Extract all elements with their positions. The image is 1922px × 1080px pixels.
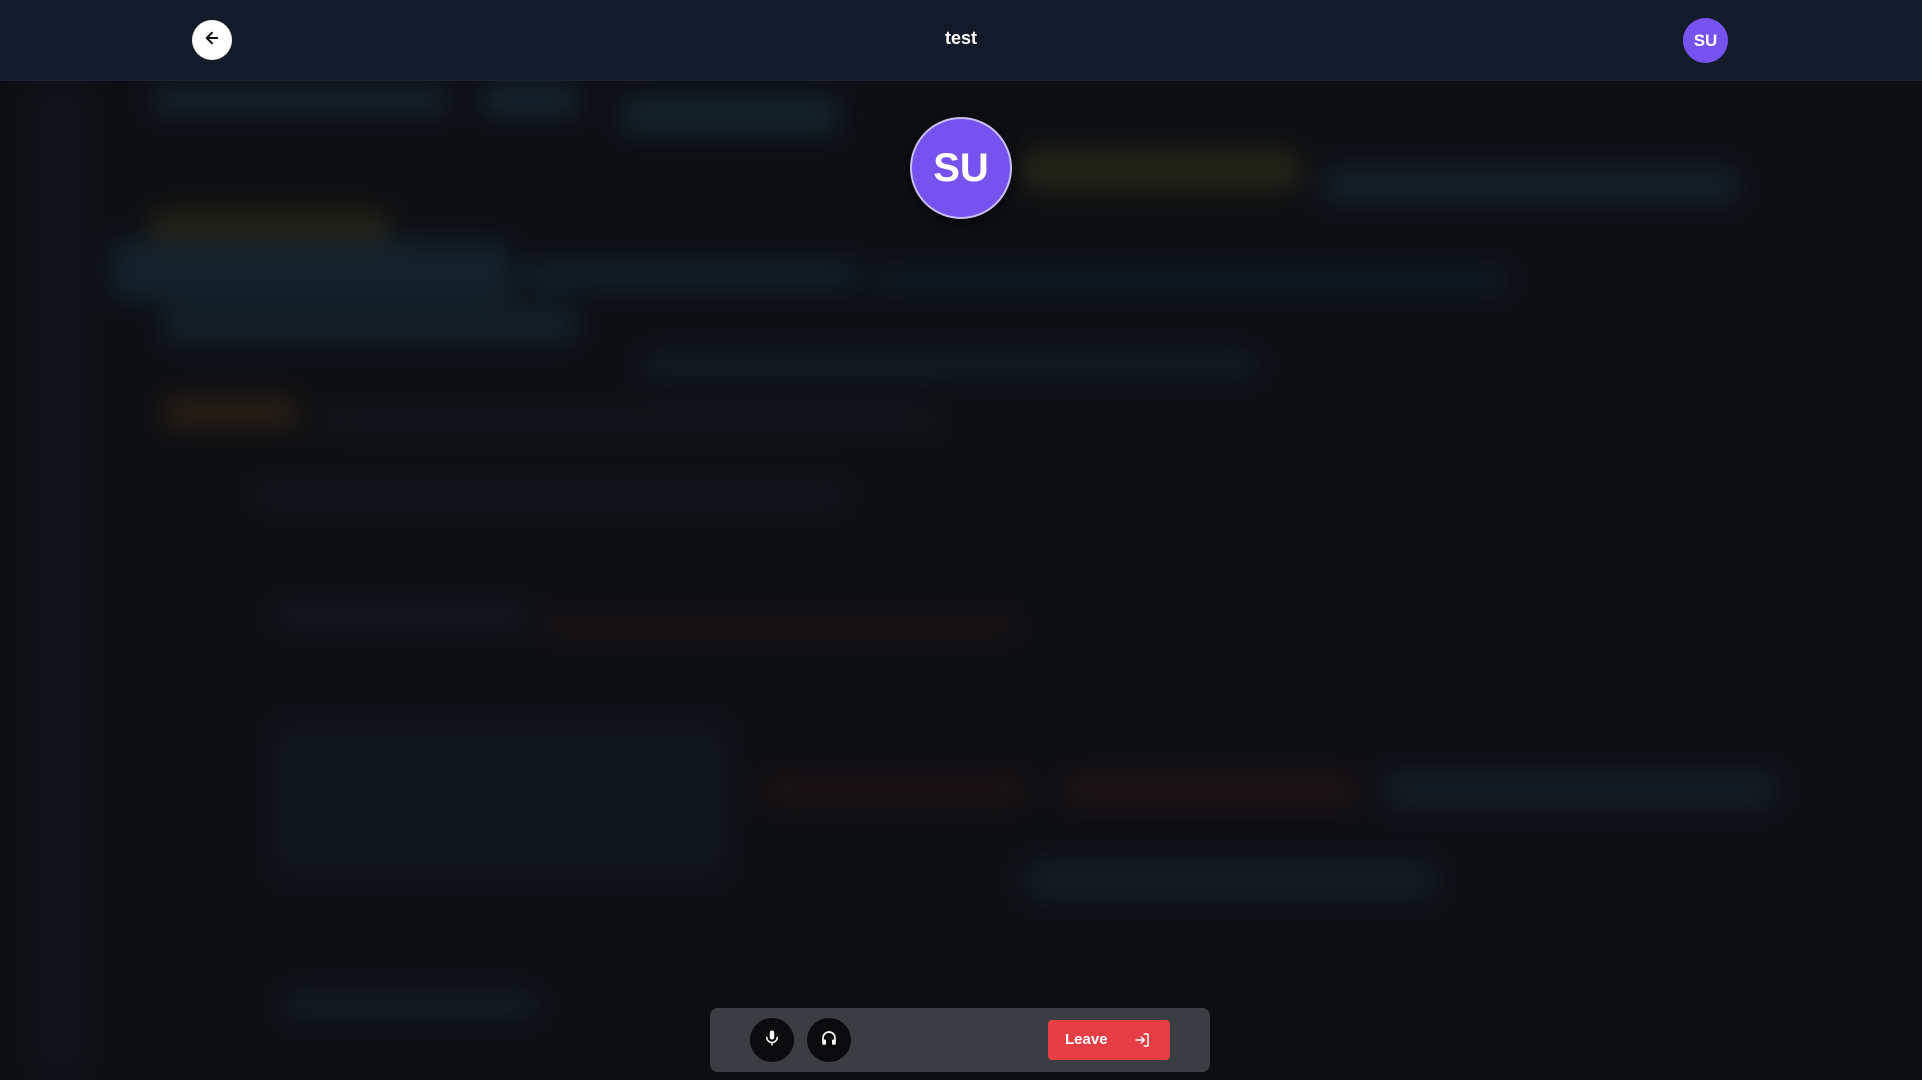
- leave-label: Leave: [1065, 1031, 1108, 1048]
- voice-control-bar: Leave: [710, 1008, 1210, 1072]
- top-bar: test SU: [0, 0, 1922, 81]
- leave-button[interactable]: Leave: [1048, 1020, 1170, 1060]
- microphone-icon: [763, 1029, 781, 1052]
- voice-room-screen: test SU SU Leave: [0, 0, 1922, 1080]
- headphones-icon: [820, 1029, 838, 1052]
- deafen-headphones-button[interactable]: [807, 1018, 851, 1062]
- participant-avatar: SU: [910, 117, 1012, 219]
- exit-icon: [1133, 1031, 1151, 1049]
- room-title: test: [944, 28, 977, 48]
- user-avatar[interactable]: SU: [1683, 18, 1728, 63]
- mute-microphone-button[interactable]: [750, 1018, 794, 1062]
